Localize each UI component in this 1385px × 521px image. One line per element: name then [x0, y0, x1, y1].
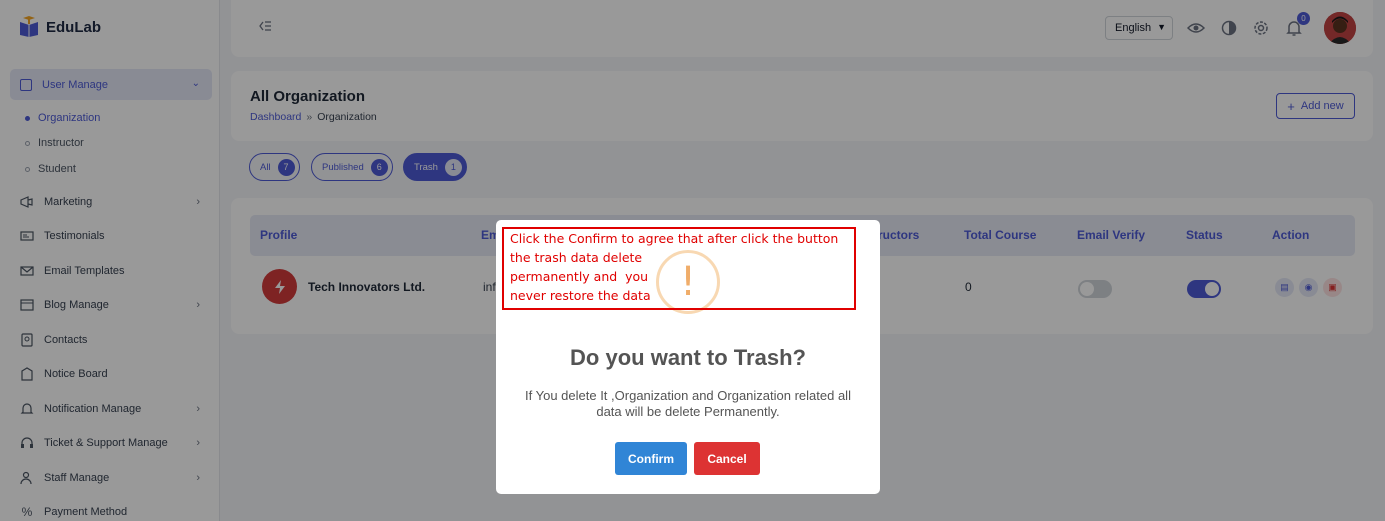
annotation-line: never restore the data: [510, 288, 651, 303]
annotation-line: permanently and you: [510, 269, 649, 284]
dialog-message: If You delete It ,Organization and Organ…: [525, 388, 851, 419]
cancel-button[interactable]: Cancel: [694, 442, 760, 475]
confirm-button[interactable]: Confirm: [615, 442, 687, 475]
annotation-line: Click the Confirm to agree that after cl…: [510, 231, 839, 246]
annotation-line: the trash data delete: [510, 250, 643, 265]
annotation-box: Click the Confirm to agree that after cl…: [502, 227, 856, 310]
dialog-title: Do you want to Trash?: [570, 345, 806, 370]
